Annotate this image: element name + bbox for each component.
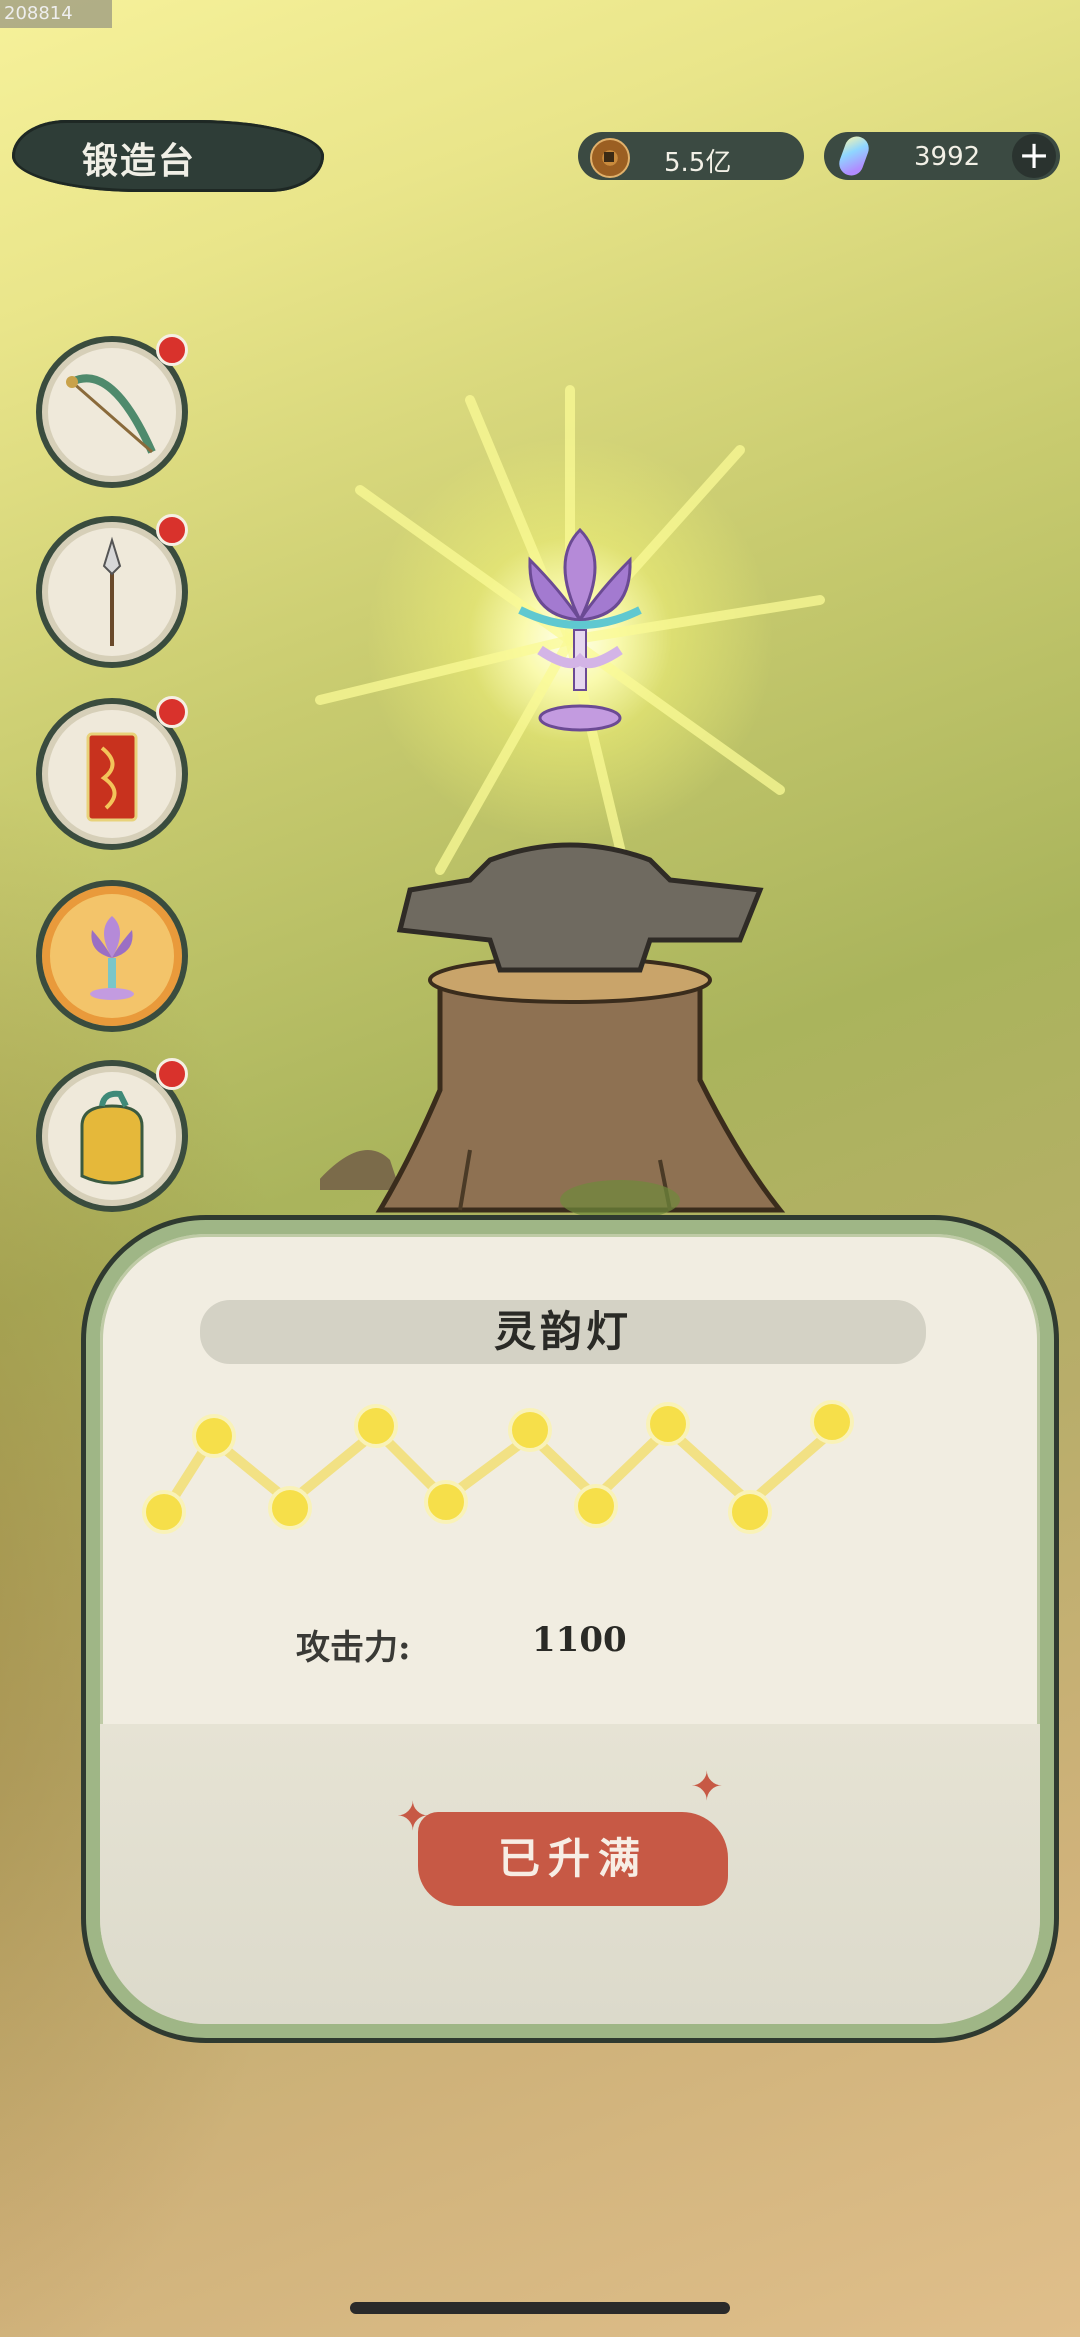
slot-lotus-lamp[interactable]	[36, 880, 188, 1032]
level-star-9	[728, 1490, 772, 1534]
level-star-8	[646, 1402, 690, 1446]
coin-icon	[590, 138, 630, 178]
slot-spear[interactable]	[36, 514, 188, 668]
gem-counter: 3992 +	[824, 132, 1060, 180]
item-name-bar: 灵韵灯	[200, 1300, 926, 1364]
home-indicator	[350, 2302, 730, 2314]
debug-id: 208814	[0, 0, 112, 28]
attack-label: 攻击力:	[296, 1628, 411, 1668]
level-star-6	[508, 1408, 552, 1452]
lotus-lamp-icon	[90, 916, 134, 1000]
sparkle-icon: ✦	[690, 1764, 724, 1810]
copper-value: 5.5亿	[664, 148, 732, 178]
jar-icon	[80, 1090, 144, 1185]
level-star-2	[192, 1414, 236, 1458]
item-name: 灵韵灯	[493, 1307, 632, 1356]
gem-value: 3992	[914, 142, 981, 172]
talisman-icon	[86, 732, 138, 822]
title-banner: 锻造台	[12, 120, 324, 192]
page-title: 锻造台	[82, 140, 197, 182]
level-star-3	[268, 1486, 312, 1530]
bow-icon	[66, 374, 156, 454]
upgrade-level-stars	[142, 1400, 854, 1534]
level-star-7	[574, 1484, 618, 1528]
slot-bow[interactable]	[36, 334, 188, 488]
slot-talisman[interactable]	[36, 696, 188, 850]
max-level-button[interactable]: 已升满	[418, 1812, 728, 1906]
lotus-lamp-large-icon	[518, 527, 642, 732]
slot-jar[interactable]	[36, 1058, 188, 1212]
copper-counter: 5.5亿	[578, 132, 804, 180]
spear-icon	[102, 536, 122, 646]
gem-icon	[835, 133, 873, 179]
add-gems-button[interactable]: +	[1012, 134, 1056, 178]
level-star-4	[354, 1404, 398, 1448]
attack-value: 1100	[532, 1620, 627, 1660]
level-star-5	[424, 1480, 468, 1524]
item-info-panel: 灵韵灯 攻击力: 1100 ✦ ✦ 已升满	[86, 1220, 1054, 2038]
forge-anvil-stump	[320, 842, 786, 1220]
level-star-10	[810, 1400, 854, 1444]
level-star-1	[142, 1490, 186, 1534]
